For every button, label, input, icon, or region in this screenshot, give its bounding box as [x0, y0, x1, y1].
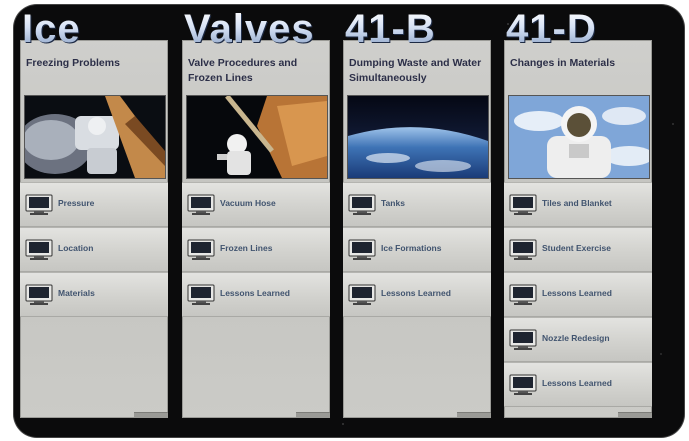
monitor-icon: [509, 284, 537, 305]
list-item-label: Lessons Learned: [542, 288, 612, 298]
list-item[interactable]: Nozzle Redesign: [504, 317, 652, 362]
list-item-label: Pressure: [58, 198, 95, 208]
list-item-label: Student Exercise: [542, 243, 611, 253]
monitor-icon: [509, 329, 537, 350]
column-ice: Ice Freezing Problems Pressure Location: [20, 9, 168, 418]
column-title: Valves: [184, 7, 315, 51]
list-item-label: Nozzle Redesign: [542, 333, 610, 343]
list-item[interactable]: Lessons Learned: [504, 362, 652, 407]
scroll-tab[interactable]: [618, 412, 652, 418]
list-item[interactable]: Materials: [20, 272, 168, 317]
list-item-label: Tiles and Blanket: [542, 198, 612, 208]
list-item[interactable]: Tiles and Blanket: [504, 182, 652, 227]
column-41b: 41-B Dumping Waste and Water Simultaneou…: [343, 9, 491, 418]
column-subtitle: Valve Procedures and Frozen Lines: [188, 57, 298, 84]
list-item[interactable]: Vacuum Hose: [182, 182, 330, 227]
list-item-label: Frozen Lines: [220, 243, 273, 253]
starfield-frame: Ice Freezing Problems Pressure Location: [13, 4, 685, 438]
monitor-icon: [25, 194, 53, 215]
monitor-icon: [509, 239, 537, 260]
scroll-tab[interactable]: [134, 412, 168, 418]
list-item-label: Location: [58, 243, 94, 253]
topic-list: Vacuum Hose Frozen Lines Lessons Learned: [182, 182, 330, 317]
scroll-tab[interactable]: [296, 412, 330, 418]
monitor-icon: [509, 194, 537, 215]
astronaut-closeup-photo: [508, 95, 650, 179]
list-item[interactable]: Pressure: [20, 182, 168, 227]
list-item-label: Materials: [58, 288, 95, 298]
column-subtitle: Changes in Materials: [510, 57, 616, 69]
astronaut-on-arm-photo: [186, 95, 328, 179]
list-item-label: Lessons Learned: [542, 378, 612, 388]
list-item-label: Tanks: [381, 198, 405, 208]
monitor-icon: [348, 239, 376, 260]
column-title: 41-D: [506, 7, 597, 51]
column-title: Ice: [22, 7, 81, 51]
list-item[interactable]: Lessons Learned: [504, 272, 652, 317]
list-item[interactable]: Lessons Learned: [343, 272, 491, 317]
list-item[interactable]: Location: [20, 227, 168, 272]
column-subtitle: Dumping Waste and Water Simultaneously: [349, 57, 482, 84]
spacewalk-photo: [24, 95, 166, 179]
list-item-label: Lessons Learned: [220, 288, 290, 298]
column-valves: Valves Valve Procedures and Frozen Lines…: [182, 9, 330, 418]
topic-list: Tanks Ice Formations Lessons Learned: [343, 182, 491, 317]
monitor-icon: [187, 239, 215, 260]
scroll-tab[interactable]: [457, 412, 491, 418]
column-title: 41-B: [345, 7, 436, 51]
topic-list: Pressure Location Materials: [20, 182, 168, 317]
monitor-icon: [187, 194, 215, 215]
earth-horizon-photo: [347, 95, 489, 179]
list-item[interactable]: Ice Formations: [343, 227, 491, 272]
monitor-icon: [25, 239, 53, 260]
list-item[interactable]: Frozen Lines: [182, 227, 330, 272]
column-subtitle: Freezing Problems: [26, 57, 120, 69]
list-item-label: Vacuum Hose: [220, 198, 276, 208]
list-item[interactable]: Tanks: [343, 182, 491, 227]
list-item-label: Ice Formations: [381, 243, 442, 253]
topic-list: Tiles and Blanket Student Exercise Lesso…: [504, 182, 652, 407]
monitor-icon: [348, 284, 376, 305]
list-item-label: Lessons Learned: [381, 288, 451, 298]
list-item[interactable]: Student Exercise: [504, 227, 652, 272]
monitor-icon: [25, 284, 53, 305]
monitor-icon: [348, 194, 376, 215]
column-41d: 41-D Changes in Materials Tiles and Blan…: [504, 9, 652, 418]
list-item[interactable]: Lessons Learned: [182, 272, 330, 317]
monitor-icon: [509, 374, 537, 395]
monitor-icon: [187, 284, 215, 305]
